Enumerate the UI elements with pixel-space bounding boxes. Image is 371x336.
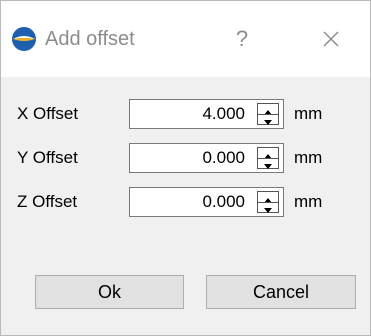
x-offset-stepper[interactable] xyxy=(257,103,279,125)
y-offset-decrement-button[interactable] xyxy=(258,158,278,169)
app-logo-icon xyxy=(12,27,36,51)
y-offset-row: Y Offset 0.000 mm xyxy=(1,143,370,173)
x-offset-row: X Offset 4.000 mm xyxy=(1,99,370,129)
z-offset-decrement-button[interactable] xyxy=(258,202,278,213)
title-bar: Add offset ? xyxy=(1,1,370,77)
z-offset-spinbox[interactable]: 0.000 xyxy=(129,187,284,217)
x-offset-label: X Offset xyxy=(17,104,79,123)
z-offset-increment-button[interactable] xyxy=(258,192,278,203)
x-offset-decrement-button[interactable] xyxy=(258,114,278,125)
help-button[interactable]: ? xyxy=(227,23,257,55)
arrow-down-icon xyxy=(264,208,272,213)
close-icon xyxy=(323,31,339,47)
z-offset-row: Z Offset 0.000 mm xyxy=(1,187,370,217)
x-offset-value[interactable]: 4.000 xyxy=(202,100,245,128)
y-offset-value[interactable]: 0.000 xyxy=(202,144,245,172)
y-offset-unit: mm xyxy=(294,148,323,167)
y-offset-stepper[interactable] xyxy=(257,147,279,169)
x-offset-unit: mm xyxy=(294,104,323,123)
dialog-title: Add offset xyxy=(45,28,135,50)
z-offset-stepper[interactable] xyxy=(257,191,279,213)
y-offset-label: Y Offset xyxy=(17,148,78,167)
arrow-down-icon xyxy=(264,164,272,169)
close-button[interactable] xyxy=(311,23,351,55)
z-offset-value[interactable]: 0.000 xyxy=(202,188,245,216)
x-offset-increment-button[interactable] xyxy=(258,104,278,115)
y-offset-spinbox[interactable]: 0.000 xyxy=(129,143,284,173)
z-offset-label: Z Offset xyxy=(17,192,78,211)
dialog-window: Add offset ? X Offset 4.000 mm Y Offset … xyxy=(0,0,371,336)
ok-button[interactable]: Ok xyxy=(35,275,184,309)
arrow-down-icon xyxy=(264,120,272,125)
z-offset-unit: mm xyxy=(294,192,323,211)
cancel-button[interactable]: Cancel xyxy=(206,275,356,309)
y-offset-increment-button[interactable] xyxy=(258,148,278,159)
x-offset-spinbox[interactable]: 4.000 xyxy=(129,99,284,129)
